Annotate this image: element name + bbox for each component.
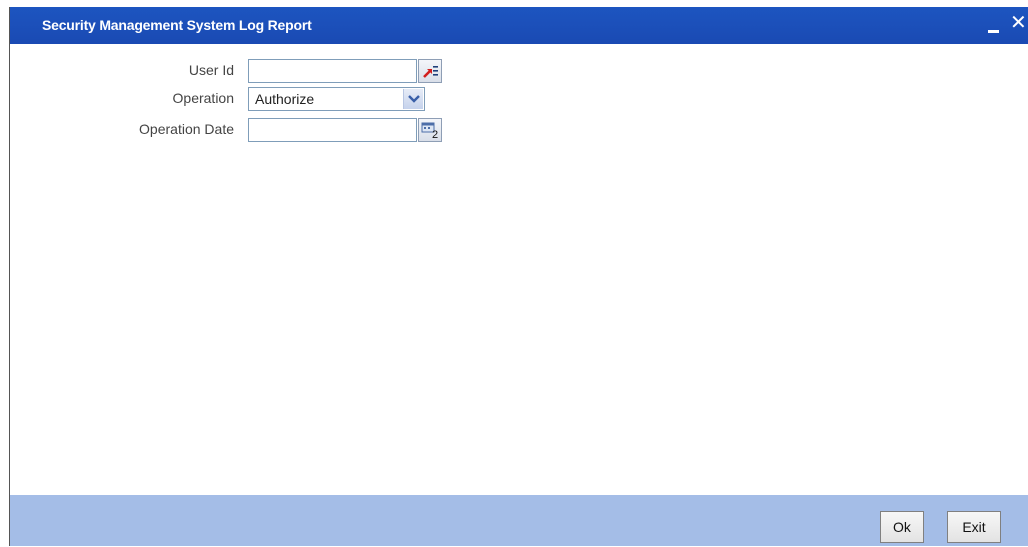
operation-date-input[interactable] <box>248 118 417 142</box>
report-window: Security Management System Log Report ✕ … <box>9 7 1028 546</box>
minimize-icon[interactable] <box>988 15 1000 35</box>
button-bar: Ok Exit <box>10 495 1028 546</box>
operation-selected-value: Authorize <box>255 91 315 107</box>
operation-select[interactable]: Authorize <box>248 87 425 111</box>
calendar-icon: 2 <box>421 122 438 141</box>
operation-date-label: Operation Date <box>139 121 234 137</box>
calendar-button[interactable]: 2 <box>418 118 442 142</box>
window-title: Security Management System Log Report <box>42 17 312 33</box>
user-id-input[interactable] <box>248 59 417 83</box>
operation-date-row: Operation Date 2 <box>10 118 470 142</box>
chevron-down-icon[interactable] <box>403 89 423 109</box>
svg-text:2: 2 <box>432 129 438 141</box>
exit-button[interactable]: Exit <box>947 511 1001 543</box>
close-icon[interactable]: ✕ <box>1010 12 1027 32</box>
user-id-row: User Id <box>10 59 470 83</box>
operation-row: Operation Authorize <box>10 87 470 111</box>
operation-label: Operation <box>172 90 234 106</box>
list-of-values-icon <box>423 66 438 78</box>
title-bar: Security Management System Log Report ✕ <box>10 7 1028 44</box>
ok-button[interactable]: Ok <box>880 511 924 543</box>
user-id-lov-button[interactable] <box>418 59 442 83</box>
user-id-label: User Id <box>188 62 234 78</box>
